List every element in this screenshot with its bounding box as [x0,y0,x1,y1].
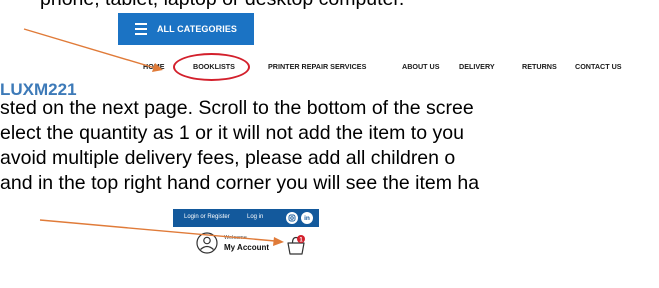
welcome-label: Welcome [224,235,247,241]
account-top-bar: Login or Register Log in in [173,209,319,227]
my-account-link[interactable]: My Account [224,243,269,252]
nav-returns[interactable]: RETURNS [522,62,557,71]
document-line-1: sted on the next page. Scroll to the bot… [0,97,474,119]
nav-about-us[interactable]: ABOUT US [402,62,440,71]
all-categories-label: ALL CATEGORIES [156,24,238,34]
all-categories-button[interactable]: ALL CATEGORIES [118,13,254,45]
document-line-2: elect the quantity as 1 or it will not a… [0,122,464,144]
user-icon[interactable] [196,232,218,259]
instagram-icon[interactable] [286,212,298,224]
main-nav: HOME BOOKLISTS PRINTER REPAIR SERVICES A… [0,62,659,76]
account-area: Welcome My Account 1 [196,232,346,260]
shopping-bag-icon[interactable]: 1 [285,234,307,261]
nav-delivery[interactable]: DELIVERY [459,62,495,71]
login-link[interactable]: Log in [247,214,263,220]
document-line-3: avoid multiple delivery fees, please add… [0,147,456,169]
login-register-link[interactable]: Login or Register [184,214,230,220]
document-line-4: and in the top right hand corner you wil… [0,172,480,194]
nav-home[interactable]: HOME [143,62,165,71]
linkedin-icon[interactable]: in [301,212,313,224]
hamburger-menu-icon [134,23,147,35]
booklists-highlight-circle [173,53,250,81]
nav-printer-repair-services[interactable]: PRINTER REPAIR SERVICES [268,62,366,71]
nav-contact-us[interactable]: CONTACT US [575,62,622,71]
document-line-top: phone, tablet, laptop or desktop compute… [40,0,404,11]
